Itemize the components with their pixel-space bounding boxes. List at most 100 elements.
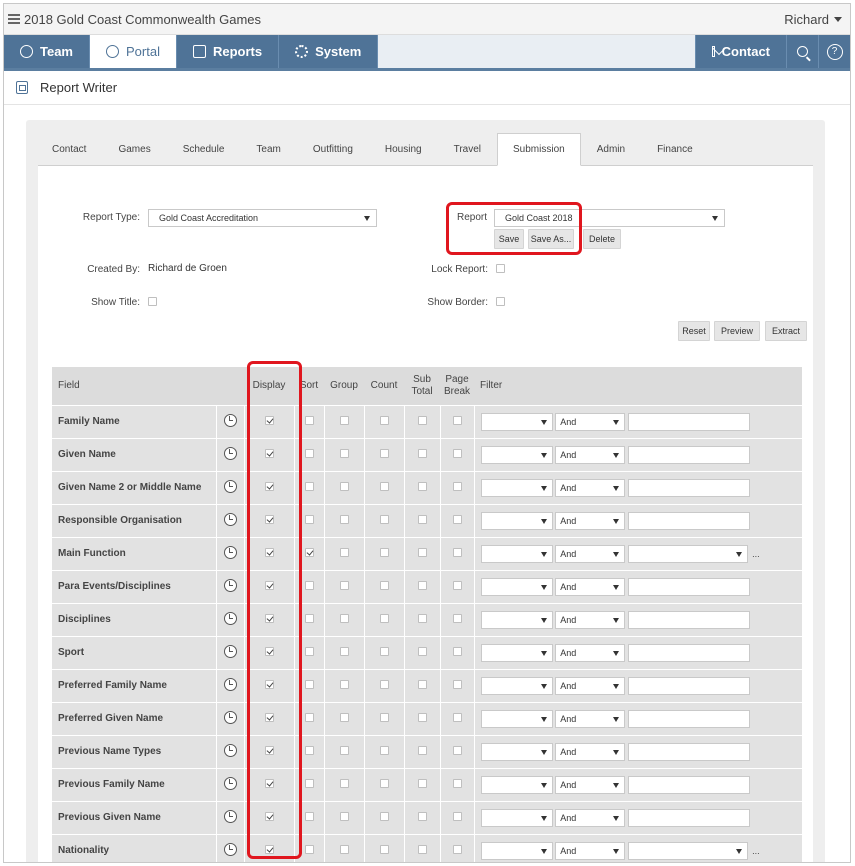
history-icon[interactable] [223, 512, 237, 526]
page-break-checkbox[interactable] [452, 811, 462, 821]
search-button[interactable] [786, 35, 818, 68]
tab-outfitting[interactable]: Outfitting [297, 133, 369, 165]
history-icon[interactable] [223, 743, 237, 757]
count-checkbox[interactable] [379, 844, 389, 854]
preview-button[interactable]: Preview [714, 321, 760, 341]
history-icon[interactable] [223, 413, 237, 427]
count-checkbox[interactable] [379, 415, 389, 425]
filter-value-select[interactable] [628, 841, 749, 860]
filter-value-input[interactable] [628, 412, 751, 431]
filter-join-select[interactable]: And [555, 742, 626, 761]
sort-checkbox[interactable] [304, 745, 314, 755]
filter-operator-select[interactable] [480, 544, 553, 563]
page-break-checkbox[interactable] [452, 514, 462, 524]
group-checkbox[interactable] [339, 613, 349, 623]
count-checkbox[interactable] [379, 613, 389, 623]
group-checkbox[interactable] [339, 580, 349, 590]
filter-join-select[interactable]: And [555, 775, 626, 794]
display-checkbox[interactable] [264, 811, 274, 821]
lock-report-checkbox[interactable] [496, 264, 505, 273]
filter-operator-select[interactable] [480, 775, 553, 794]
display-checkbox[interactable] [264, 778, 274, 788]
display-checkbox[interactable] [264, 844, 274, 854]
display-checkbox[interactable] [264, 547, 274, 557]
filter-operator-select[interactable] [480, 709, 553, 728]
filter-value-input[interactable] [628, 742, 751, 761]
sub-total-checkbox[interactable] [417, 679, 427, 689]
sub-total-checkbox[interactable] [417, 844, 427, 854]
nav-tab-system[interactable]: System [279, 35, 379, 68]
sub-total-checkbox[interactable] [417, 613, 427, 623]
filter-join-select[interactable]: And [555, 445, 626, 464]
page-break-checkbox[interactable] [452, 547, 462, 557]
filter-join-select[interactable]: And [555, 610, 626, 629]
display-checkbox[interactable] [264, 745, 274, 755]
history-icon[interactable] [223, 842, 237, 856]
display-checkbox[interactable] [264, 448, 274, 458]
filter-operator-select[interactable] [480, 445, 553, 464]
page-break-checkbox[interactable] [452, 679, 462, 689]
tab-schedule[interactable]: Schedule [167, 133, 241, 165]
user-menu[interactable]: Richard [784, 12, 842, 27]
tab-travel[interactable]: Travel [438, 133, 497, 165]
filter-value-input[interactable] [628, 577, 751, 596]
count-checkbox[interactable] [379, 811, 389, 821]
filter-operator-select[interactable] [480, 577, 553, 596]
group-checkbox[interactable] [339, 712, 349, 722]
sub-total-checkbox[interactable] [417, 811, 427, 821]
display-checkbox[interactable] [264, 712, 274, 722]
tab-admin[interactable]: Admin [581, 133, 641, 165]
page-break-checkbox[interactable] [452, 844, 462, 854]
group-checkbox[interactable] [339, 448, 349, 458]
count-checkbox[interactable] [379, 448, 389, 458]
report-type-select[interactable]: Gold Coast Accreditation [148, 209, 377, 227]
nav-tab-reports[interactable]: Reports [176, 35, 280, 68]
nav-tab-team[interactable]: Team [4, 35, 90, 68]
count-checkbox[interactable] [379, 547, 389, 557]
count-checkbox[interactable] [379, 679, 389, 689]
filter-join-select[interactable]: And [555, 511, 626, 530]
tab-submission[interactable]: Submission [497, 133, 581, 166]
filter-operator-select[interactable] [480, 412, 553, 431]
sub-total-checkbox[interactable] [417, 547, 427, 557]
filter-operator-select[interactable] [480, 511, 553, 530]
show-border-checkbox[interactable] [496, 297, 505, 306]
tab-finance[interactable]: Finance [641, 133, 709, 165]
save-button[interactable]: Save [494, 229, 524, 249]
display-checkbox[interactable] [264, 580, 274, 590]
filter-operator-select[interactable] [480, 610, 553, 629]
group-checkbox[interactable] [339, 745, 349, 755]
group-checkbox[interactable] [339, 811, 349, 821]
group-checkbox[interactable] [339, 547, 349, 557]
reset-button[interactable]: Reset [678, 321, 710, 341]
filter-value-input[interactable] [628, 643, 751, 662]
history-icon[interactable] [223, 545, 237, 559]
filter-join-select[interactable]: And [555, 478, 626, 497]
history-icon[interactable] [223, 611, 237, 625]
filter-value-select[interactable] [628, 544, 749, 563]
filter-join-select[interactable]: And [555, 808, 626, 827]
filter-value-input[interactable] [628, 478, 751, 497]
sort-checkbox[interactable] [304, 415, 314, 425]
tab-contact[interactable]: Contact [38, 133, 102, 165]
history-icon[interactable] [223, 677, 237, 691]
nav-tab-portal[interactable]: Portal [90, 35, 177, 68]
sort-checkbox[interactable] [304, 547, 314, 557]
filter-value-input[interactable] [628, 775, 751, 794]
page-break-checkbox[interactable] [452, 580, 462, 590]
group-checkbox[interactable] [339, 679, 349, 689]
filter-join-select[interactable]: And [555, 841, 626, 860]
sub-total-checkbox[interactable] [417, 415, 427, 425]
more-link[interactable]: ... [752, 846, 760, 856]
count-checkbox[interactable] [379, 646, 389, 656]
more-link[interactable]: ... [752, 549, 760, 559]
filter-join-select[interactable]: And [555, 643, 626, 662]
group-checkbox[interactable] [339, 481, 349, 491]
history-icon[interactable] [223, 809, 237, 823]
filter-value-input[interactable] [628, 709, 751, 728]
count-checkbox[interactable] [379, 514, 389, 524]
delete-button[interactable]: Delete [583, 229, 621, 249]
app-menu-icon[interactable] [8, 14, 20, 24]
filter-value-input[interactable] [628, 808, 751, 827]
display-checkbox[interactable] [264, 481, 274, 491]
